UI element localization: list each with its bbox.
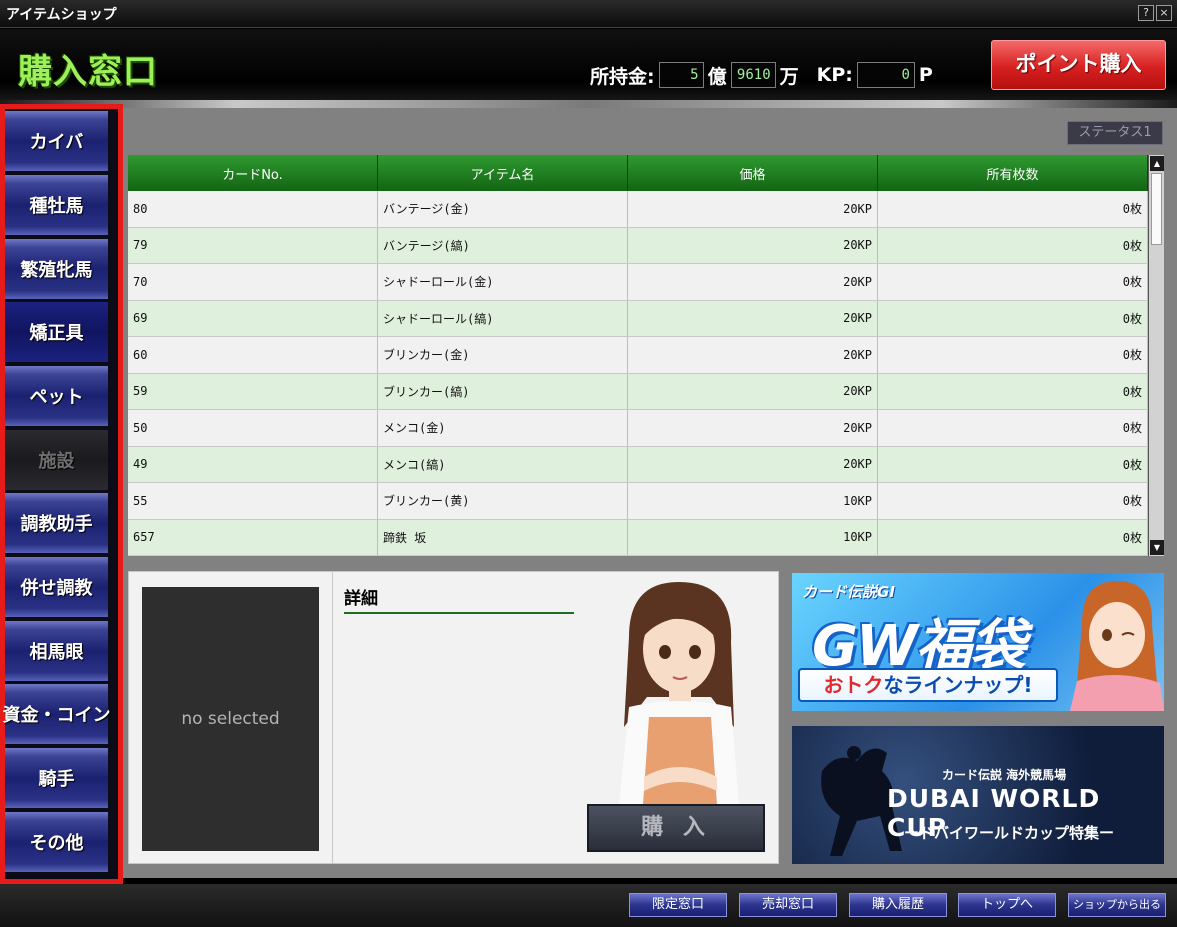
gw-banner-subtitle: おトクなラインナップ!	[798, 668, 1058, 702]
table-row[interactable]: 657 蹄鉄 坂 10KP 0枚	[128, 519, 1148, 556]
kp-unit: P	[918, 64, 933, 86]
menu-item-training-assistant[interactable]: 調教助手	[5, 493, 108, 553]
table-row[interactable]: 79 バンテージ(縞) 20KP 0枚	[128, 227, 1148, 264]
header: 購入窓口 所持金: 5 億 9610 万 KP: 0 P ポイント購入	[0, 29, 1177, 104]
man-value: 9610	[730, 62, 776, 88]
menu-item-equipment[interactable]: 矯正具	[5, 302, 108, 362]
man-unit: 万	[779, 65, 799, 88]
table-row[interactable]: 59 ブリンカー(縞) 20KP 0枚	[128, 373, 1148, 410]
dubai-banner-subtitle: ードバイワールドカップ特集ー	[904, 824, 1115, 842]
kp-value: 0	[856, 62, 915, 88]
table-row[interactable]: 70 シャドーロール(金) 20KP 0枚	[128, 264, 1148, 301]
scroll-up-icon[interactable]: ▲	[1150, 156, 1164, 171]
menu-item-jockey[interactable]: 騎手	[5, 748, 108, 808]
table-row[interactable]: 69 シャドーロール(縞) 20KP 0枚	[128, 300, 1148, 337]
oku-unit: 億	[707, 65, 727, 88]
buy-button[interactable]: 購 入	[587, 804, 765, 852]
table-header: カードNo. アイテム名 価格 所有枚数	[128, 155, 1148, 191]
scroll-thumb[interactable]	[1151, 173, 1162, 245]
title-bar: アイテムショップ ? ×	[0, 0, 1177, 28]
page-title: 購入窓口	[18, 52, 158, 92]
sell-window-button[interactable]: 売却窓口	[739, 893, 837, 917]
window-title: アイテムショップ	[6, 7, 117, 23]
item-thumbnail: no selected	[142, 587, 319, 851]
detail-title: 詳細	[344, 589, 378, 609]
dubai-banner-tag: カード伝説 海外競馬場	[942, 768, 1067, 782]
table-row[interactable]: 80 バンテージ(金) 20KP 0枚	[128, 191, 1148, 228]
table-row[interactable]: 60 ブリンカー(金) 20KP 0枚	[128, 337, 1148, 374]
header-card-no[interactable]: カードNo.	[128, 155, 378, 191]
dubai-world-cup-banner[interactable]: カード伝説 海外競馬場 DUBAI WORLD CUP ードバイワールドカップ特…	[792, 726, 1164, 864]
help-button[interactable]: ?	[1138, 5, 1154, 21]
table-row[interactable]: 55 ブリンカー(黄) 10KP 0枚	[128, 483, 1148, 520]
menu-item-stallion[interactable]: 種牡馬	[5, 175, 108, 235]
item-table: カードNo. アイテム名 価格 所有枚数 80 バンテージ(金) 20KP 0枚 79…	[128, 155, 1148, 556]
table-row[interactable]: 50 メンコ(金) 20KP 0枚	[128, 410, 1148, 447]
menu-item-facility: 施設	[5, 430, 108, 490]
menu-item-kaiba[interactable]: カイバ	[5, 111, 108, 171]
kp-label: KP:	[816, 64, 853, 86]
header-owned[interactable]: 所有枚数	[878, 155, 1148, 191]
gw-banner-tag: カード伝説GI	[802, 583, 895, 601]
table-row[interactable]: 49 メンコ(縞) 20KP 0枚	[128, 446, 1148, 483]
header-price[interactable]: 価格	[628, 155, 878, 191]
limited-window-button[interactable]: 限定窓口	[629, 893, 727, 917]
point-purchase-button[interactable]: ポイント購入	[991, 40, 1166, 90]
detail-underline	[344, 612, 574, 614]
detail-panel: no selected 詳細 購 入	[128, 571, 779, 864]
scroll-down-icon[interactable]: ▼	[1150, 540, 1164, 555]
money-display: 所持金: 5 億 9610 万 KP: 0 P	[590, 61, 933, 89]
close-button[interactable]: ×	[1156, 5, 1172, 21]
oku-value: 5	[658, 62, 704, 88]
menu-item-horse-eye[interactable]: 相馬眼	[5, 621, 108, 681]
shop-clerk-illustration	[619, 582, 739, 805]
status-button[interactable]: ステータス1	[1067, 121, 1163, 145]
menu-item-pet[interactable]: ペット	[5, 366, 108, 426]
header-item-name[interactable]: アイテム名	[378, 155, 628, 191]
header-divider	[0, 100, 1177, 108]
top-button[interactable]: トップへ	[958, 893, 1056, 917]
banner-girl-illustration	[1070, 581, 1164, 711]
purchase-history-button[interactable]: 購入履歴	[849, 893, 947, 917]
menu-item-funds-coin[interactable]: 資金・コイン	[3, 684, 111, 744]
menu-item-joint-training[interactable]: 併せ調教	[5, 557, 108, 617]
money-label: 所持金:	[590, 65, 655, 88]
menu-item-other[interactable]: その他	[5, 812, 108, 872]
exit-shop-button[interactable]: ショップから出る	[1068, 893, 1166, 917]
gw-fukubukuro-banner[interactable]: カード伝説GI GW福袋 おトクなラインナップ!	[792, 573, 1164, 711]
menu-item-broodmare[interactable]: 繁殖牝馬	[5, 239, 108, 299]
table-scrollbar[interactable]: ▲ ▼	[1148, 155, 1164, 556]
